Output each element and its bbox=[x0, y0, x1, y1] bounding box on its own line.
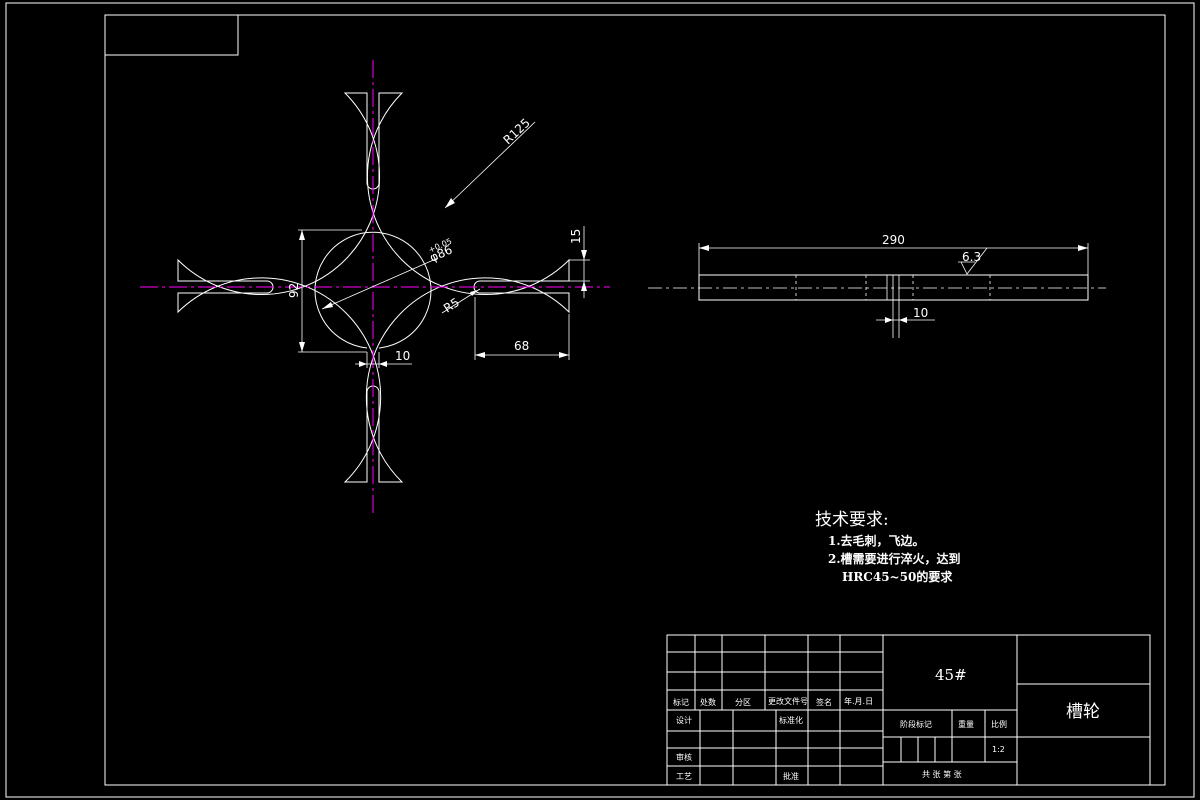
tb-hdr-doc: 更改文件号 bbox=[768, 696, 808, 706]
inner-border bbox=[104, 14, 1166, 786]
tech-item-1: 1.去毛刺，飞边。 bbox=[828, 533, 925, 548]
dim-r125-label: R125 bbox=[500, 116, 532, 148]
tb-hdr-mark: 标记 bbox=[673, 697, 689, 707]
dim-side10-arrow-left bbox=[885, 317, 893, 323]
corner-code-box bbox=[104, 14, 239, 56]
dim-15-label: 15 bbox=[569, 229, 583, 244]
tb-approve: 批准 bbox=[783, 771, 799, 781]
tb-review: 审核 bbox=[676, 752, 692, 762]
tb-part-name: 槽轮 bbox=[1066, 702, 1100, 722]
tb-sheets: 共 张 第 张 bbox=[922, 769, 962, 779]
tb-hdr-date: 年.月.日 bbox=[844, 696, 873, 706]
side-view: 290 6.3 10 bbox=[648, 233, 1106, 338]
cad-drawing: R125 φ86 +0.05 92 10 R5 68 15 290 6.3 10… bbox=[5, 2, 1195, 798]
dim-68-label: 68 bbox=[514, 339, 529, 353]
tb-hdr-zone: 分区 bbox=[735, 698, 751, 707]
outer-frame bbox=[5, 2, 1195, 798]
dim-68-arrow-left bbox=[475, 352, 485, 358]
dim-10-arrow-right bbox=[379, 361, 387, 367]
tb-design: 设计 bbox=[676, 715, 692, 725]
tech-item-3: HRC45~50的要求 bbox=[842, 569, 953, 584]
tech-heading: 技术要求: bbox=[815, 510, 889, 530]
title-block: 标记 处数 分区 更改文件号 签名 年.月.日 设计 标准化 审核 工艺 批准 … bbox=[666, 634, 1151, 786]
dim-92-arrow-bottom bbox=[299, 342, 305, 352]
dim-10-label: 10 bbox=[395, 349, 410, 363]
tech-item-2: 2.槽需要进行淬火，达到 bbox=[828, 551, 961, 566]
side-outline bbox=[698, 274, 1089, 301]
dim-15-arrow-top bbox=[581, 250, 587, 260]
tb-ratio: 比例 bbox=[991, 719, 1007, 729]
dim-side10-arrow-right bbox=[899, 317, 907, 323]
dim-92-label: 92 bbox=[287, 283, 301, 298]
dim-290-label: 290 bbox=[882, 233, 905, 247]
front-view: R125 φ86 +0.05 92 10 R5 68 15 bbox=[140, 60, 610, 517]
tb-scale: 1:2 bbox=[992, 745, 1005, 754]
dim-r5-label: R5 bbox=[441, 295, 462, 315]
dim-r5-arrow bbox=[470, 290, 478, 296]
dim-phi86-arrow bbox=[322, 302, 333, 309]
dim-10-arrow-left bbox=[359, 361, 367, 367]
tb-process: 工艺 bbox=[676, 772, 692, 781]
roughness-label: 6.3 bbox=[962, 250, 981, 264]
dim-290-arrow-left bbox=[699, 245, 709, 251]
dim-290-arrow-right bbox=[1078, 245, 1088, 251]
tech-requirements: 技术要求: 1.去毛刺，飞边。 2.槽需要进行淬火，达到 HRC45~50的要求 bbox=[815, 510, 961, 584]
dim-68-arrow-right bbox=[559, 352, 569, 358]
dim-15-arrow-bottom bbox=[581, 281, 587, 291]
tb-hdr-count: 处数 bbox=[700, 697, 716, 707]
dim-92-arrow-top bbox=[299, 230, 305, 240]
tb-hdr-sign: 签名 bbox=[816, 697, 832, 707]
dim-side10-label: 10 bbox=[913, 306, 928, 320]
tb-weight: 重量 bbox=[958, 719, 974, 729]
tb-material: 45# bbox=[935, 666, 967, 684]
tb-standardize: 标准化 bbox=[779, 715, 803, 725]
tb-stage: 阶段标记 bbox=[900, 719, 932, 729]
